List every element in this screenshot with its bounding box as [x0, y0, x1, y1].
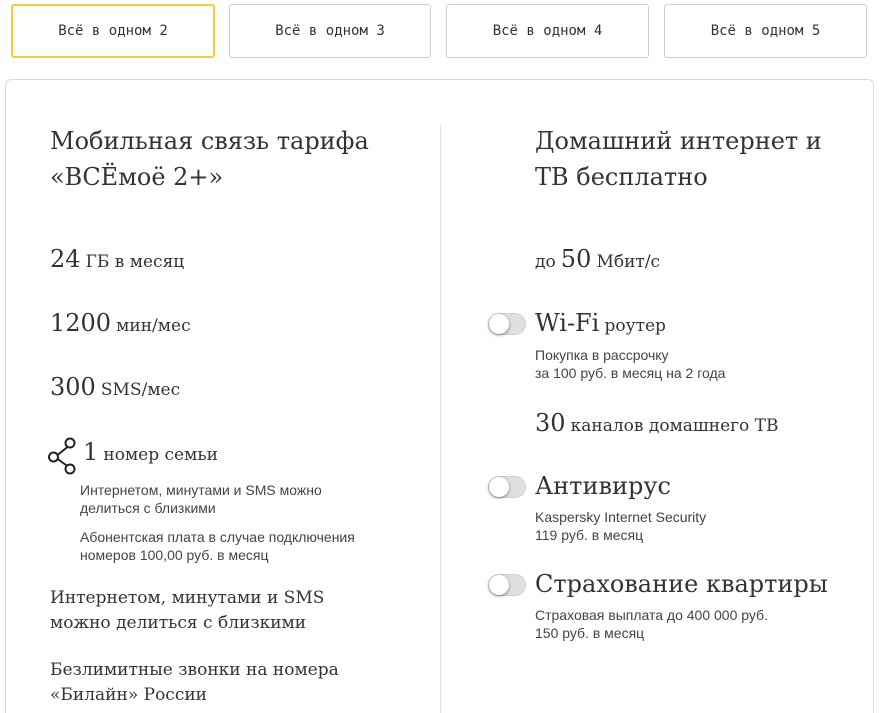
sms-unit: SMS/мес [100, 380, 181, 400]
unlimited-calls-feature: Безлимитные звонки на номера «Билайн» Ро… [50, 658, 339, 708]
family-note-2-line1: Абонентская плата в случае подключения [80, 529, 355, 545]
speed-prefix: до [535, 252, 556, 272]
sharing-feature: Интернетом, минутами и SMS можно делитьс… [50, 586, 324, 636]
antivirus-detail-line2: 119 руб. в месяц [535, 527, 644, 543]
tab-label: Всё в одном 4 [492, 23, 603, 39]
antivirus-title: Антивирус [535, 472, 671, 500]
family-note-2: Абонентская плата в случае подключения н… [80, 528, 355, 564]
family-note-1-line2: делиться с близкими [80, 500, 216, 516]
home-internet-title-line2: ТВ бесплатно [535, 163, 708, 191]
data-unit: ГБ в месяц [85, 252, 185, 272]
minutes-allowance: 1200 мин/мес [50, 309, 191, 337]
insurance-detail-line1: Страховая выплата до 400 000 руб. [535, 607, 768, 623]
wifi-suffix: роутер [604, 316, 666, 336]
tab-all-in-one-3[interactable]: Всё в одном 3 [229, 4, 431, 58]
unlimited-calls-line1: Безлимитные звонки на номера [50, 660, 339, 680]
minutes-value: 1200 [50, 309, 112, 337]
tab-label: Всё в одном 3 [275, 23, 385, 39]
tv-value: 30 [535, 409, 566, 437]
antivirus-details: Kaspersky Internet Security 119 руб. в м… [535, 508, 706, 544]
family-note-1: Интернетом, минутами и SMS можно делитьс… [80, 481, 322, 517]
family-unit: номер семьи [103, 445, 218, 465]
family-numbers: 1 номер семьи [83, 438, 218, 466]
sharing-feature-line2: можно делиться с близкими [50, 613, 307, 633]
insurance-toggle[interactable] [488, 574, 526, 596]
tab-all-in-one-2[interactable]: Всё в одном 2 [11, 4, 215, 58]
family-note-2-line2: номеров 100,00 руб. в месяц [80, 547, 269, 563]
toggle-knob [489, 477, 509, 497]
antivirus-toggle[interactable] [488, 476, 526, 498]
share-icon [48, 437, 76, 475]
antivirus-detail-line1: Kaspersky Internet Security [535, 509, 707, 525]
sharing-feature-line1: Интернетом, минутами и SMS [50, 588, 325, 608]
insurance-title: Страхование квартиры [535, 570, 828, 598]
data-allowance: 24 ГБ в месяц [50, 245, 184, 273]
family-value: 1 [83, 438, 99, 466]
toggle-knob [489, 575, 509, 595]
wifi-detail-line2: за 100 руб. в месяц на 2 года [535, 365, 726, 381]
wifi-details: Покупка в рассрочку за 100 руб. в месяц … [535, 346, 725, 382]
tab-all-in-one-4[interactable]: Всё в одном 4 [446, 4, 649, 58]
tv-channels: 30 каналов домашнего ТВ [535, 409, 779, 437]
column-divider [440, 124, 441, 713]
antivirus-option: Антивирус [535, 472, 671, 500]
toggle-knob [489, 314, 509, 334]
wifi-detail-line1: Покупка в рассрочку [535, 347, 669, 363]
home-internet-title: Домашний интернет и ТВ бесплатно [535, 123, 822, 195]
wifi-title: Wi-Fi [535, 309, 600, 337]
wifi-toggle[interactable] [488, 313, 526, 335]
speed-value: 50 [560, 245, 592, 273]
tab-label: Всё в одном 5 [710, 23, 821, 39]
wifi-option: Wi-Fi роутер [535, 309, 666, 337]
tab-label: Всё в одном 2 [58, 23, 168, 39]
family-note-1-line1: Интернетом, минутами и SMS можно [80, 482, 322, 498]
minutes-unit: мин/мес [116, 316, 191, 336]
data-value: 24 [50, 245, 81, 273]
insurance-details: Страховая выплата до 400 000 руб. 150 ру… [535, 606, 768, 642]
insurance-option: Страхование квартиры [535, 570, 828, 598]
unlimited-calls-line2: «Билайн» России [50, 685, 208, 705]
tv-unit: каналов домашнего ТВ [570, 416, 779, 436]
home-internet-title-line1: Домашний интернет и [535, 127, 822, 155]
speed-unit: Мбит/с [596, 252, 661, 272]
mobile-title-line2: «ВСЁмоё 2+» [50, 163, 224, 191]
insurance-detail-line2: 150 руб. в месяц [535, 625, 645, 641]
mobile-title: Мобильная связь тарифа «ВСЁмоё 2+» [50, 123, 369, 195]
tab-all-in-one-5[interactable]: Всё в одном 5 [664, 4, 867, 58]
mobile-title-line1: Мобильная связь тарифа [50, 127, 369, 155]
internet-speed: до 50 Мбит/с [535, 245, 660, 273]
sms-allowance: 300 SMS/мес [50, 373, 180, 401]
sms-value: 300 [50, 373, 96, 401]
